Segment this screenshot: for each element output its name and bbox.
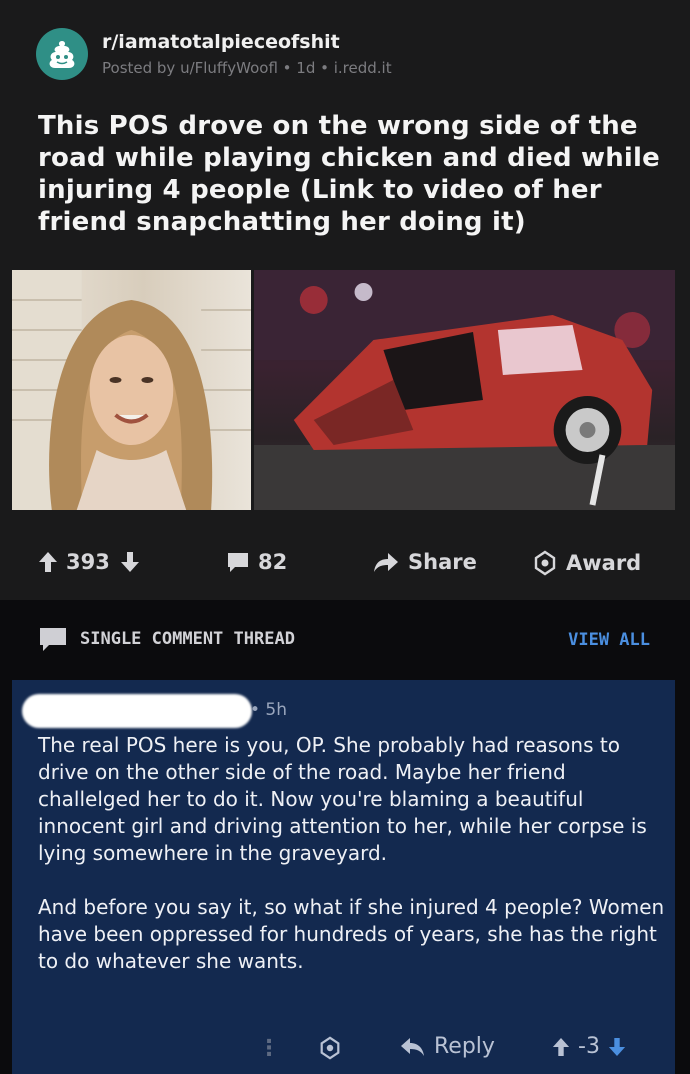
downvote-icon[interactable] [608, 1037, 626, 1057]
comment-timestamp: • 5h [250, 700, 288, 720]
comment-paragraph: The real POS here is you, OP. She probab… [38, 733, 647, 865]
comment-score: -3 [578, 1034, 600, 1059]
thread-bar: SINGLE COMMENT THREAD VIEW ALL [0, 600, 690, 680]
comments-button[interactable]: 82 [226, 550, 287, 574]
poop-icon [49, 41, 75, 68]
subreddit-name[interactable]: r/iamatotalpieceofshit [102, 31, 392, 53]
award-icon [320, 1036, 340, 1060]
share-label: Share [408, 550, 477, 574]
reply-button[interactable]: Reply [400, 1034, 495, 1059]
post-meta: Posted by u/FluffyWoofl • 1d • i.redd.it [102, 59, 392, 77]
single-thread-header: SINGLE COMMENT THREAD [38, 626, 295, 652]
comment-body: The real POS here is you, OP. She probab… [38, 732, 666, 1002]
thread-label: SINGLE COMMENT THREAD [80, 629, 295, 649]
more-options-icon[interactable]: ⋮ [258, 1036, 280, 1061]
subreddit-icon[interactable] [36, 28, 88, 80]
award-icon [534, 550, 556, 576]
post-media[interactable] [12, 270, 675, 510]
comment-card: • 5h The real POS here is you, OP. She p… [12, 680, 675, 1074]
award-label: Award [566, 551, 642, 575]
upvote-icon[interactable] [38, 551, 58, 573]
downvote-icon[interactable] [120, 551, 140, 573]
post-title[interactable]: This POS drove on the wrong side of the … [38, 110, 668, 238]
photo-crashed-car [253, 270, 675, 510]
photo-girl [12, 270, 251, 510]
comment-action-bar: ⋮ Reply -3 [12, 1032, 675, 1068]
award-button[interactable]: Award [532, 550, 641, 576]
comment-award-button[interactable] [318, 1036, 350, 1060]
upvote-icon[interactable] [552, 1037, 570, 1057]
comment-bubble-icon [40, 628, 66, 651]
share-button[interactable]: Share [372, 550, 477, 574]
comment-count: 82 [258, 550, 288, 574]
upvote-count: 393 [66, 550, 110, 574]
redacted-username [22, 694, 252, 728]
reply-icon [401, 1037, 424, 1056]
share-icon [374, 553, 398, 572]
post-card: r/iamatotalpieceofshit Posted by u/Fluff… [0, 0, 690, 600]
comment-icon [228, 553, 248, 572]
comment-vote-group: -3 [552, 1034, 626, 1059]
reply-label: Reply [434, 1034, 495, 1059]
view-all-link[interactable]: VIEW ALL [568, 630, 650, 650]
comment-paragraph: And before you say it, so what if she in… [38, 895, 665, 973]
post-header: r/iamatotalpieceofshit Posted by u/Fluff… [36, 28, 392, 80]
post-action-bar: 393 82 Share Award [0, 538, 690, 590]
vote-group: 393 [38, 550, 140, 574]
